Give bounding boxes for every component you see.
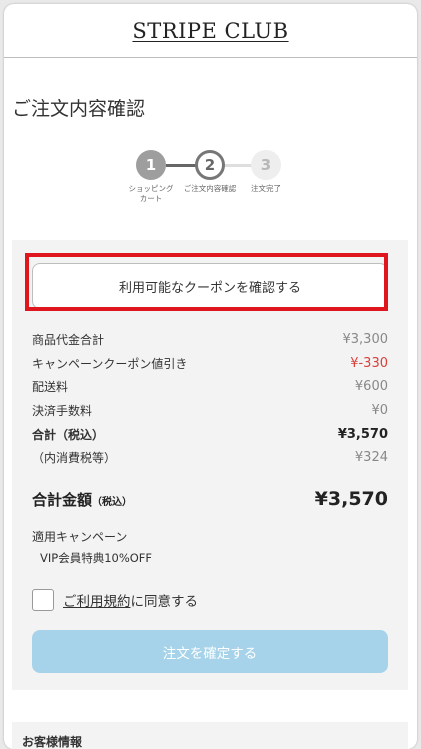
terms-link[interactable]: ご利用規約 (63, 594, 131, 610)
step-number: 2 (195, 150, 225, 180)
step-label-line: カート (139, 194, 163, 204)
step-number: 3 (251, 150, 281, 180)
price-value: ¥3,570 (337, 426, 388, 442)
coupon-highlight-box (25, 253, 388, 311)
price-row-coupon-discount: キャンペーンクーポン値引き ¥-330 (32, 352, 388, 376)
page-title: ご注文内容確認 (12, 98, 146, 120)
terms-agreement-suffix: に同意する (130, 594, 199, 610)
customer-info-section: お客様情報 (12, 722, 408, 749)
grand-total-label-text: 合計金額 (32, 490, 93, 509)
step-number: 1 (136, 150, 166, 180)
confirm-order-button[interactable]: 注文を確定する (32, 630, 388, 673)
grand-total-label-suffix: （税込） (92, 496, 133, 508)
order-summary: 利用可能なクーポンを確認する 商品代金合計 ¥3,300 キャンペーンクーポン値… (12, 240, 408, 690)
price-label: 合計（税込） (32, 427, 105, 442)
customer-info-heading: お客様情報 (22, 735, 83, 749)
campaign-item: VIP会員特典10%OFF (40, 551, 153, 565)
price-row-subtotal: 商品代金合計 ¥3,300 (32, 328, 388, 352)
price-row-shipping: 配送料 ¥600 (32, 375, 388, 399)
terms-agreement-text: ご利用規約に同意する (63, 590, 198, 610)
step-label-line: ショッピング (128, 184, 174, 193)
price-label: 配送料 (32, 380, 69, 395)
price-value: ¥0 (371, 403, 388, 419)
price-row-total-tax-included: 合計（税込） ¥3,570 (32, 422, 388, 446)
step-label: ご注文内容確認 (183, 184, 237, 193)
checkout-stepper: 1 ショッピング カート 2 ご注文内容確認 3 注文完了 (4, 150, 417, 210)
price-value: ¥600 (354, 379, 388, 395)
price-value: ¥-330 (350, 355, 388, 371)
step-confirm: 2 ご注文内容確認 (180, 150, 240, 194)
applied-campaign: 適用キャンペーン VIP会員特典10%OFF (32, 527, 152, 569)
step-label: ショッピング カート (121, 184, 181, 204)
page-frame: STRIPE CLUB ご注文内容確認 1 ショッピング カート 2 ご注文内容… (4, 4, 417, 749)
campaign-heading: 適用キャンペーン (32, 530, 128, 544)
price-row-payment-fee: 決済手数料 ¥0 (32, 399, 388, 423)
price-label: （内消費税等） (32, 451, 117, 466)
terms-checkbox[interactable] (32, 589, 54, 611)
grand-total-value: ¥3,570 (314, 488, 388, 510)
grand-total-label: 合計金額（税込） (32, 489, 132, 510)
price-label: キャンペーンクーポン値引き (32, 356, 188, 371)
step-complete: 3 注文完了 (236, 150, 296, 194)
price-breakdown: 商品代金合計 ¥3,300 キャンペーンクーポン値引き ¥-330 配送料 ¥6… (32, 328, 388, 470)
price-row-consumption-tax: （内消費税等） ¥324 (32, 446, 388, 470)
step-label: 注文完了 (251, 184, 281, 193)
site-logo[interactable]: STRIPE CLUB (132, 19, 288, 43)
price-label: 決済手数料 (32, 404, 93, 419)
terms-agreement: ご利用規約に同意する (32, 589, 198, 611)
price-value: ¥324 (354, 450, 388, 466)
step-cart: 1 ショッピング カート (121, 150, 181, 204)
price-label: 商品代金合計 (32, 333, 105, 348)
price-value: ¥3,300 (342, 332, 389, 348)
site-header: STRIPE CLUB (4, 4, 417, 58)
grand-total-row: 合計金額（税込） ¥3,570 (32, 488, 388, 510)
